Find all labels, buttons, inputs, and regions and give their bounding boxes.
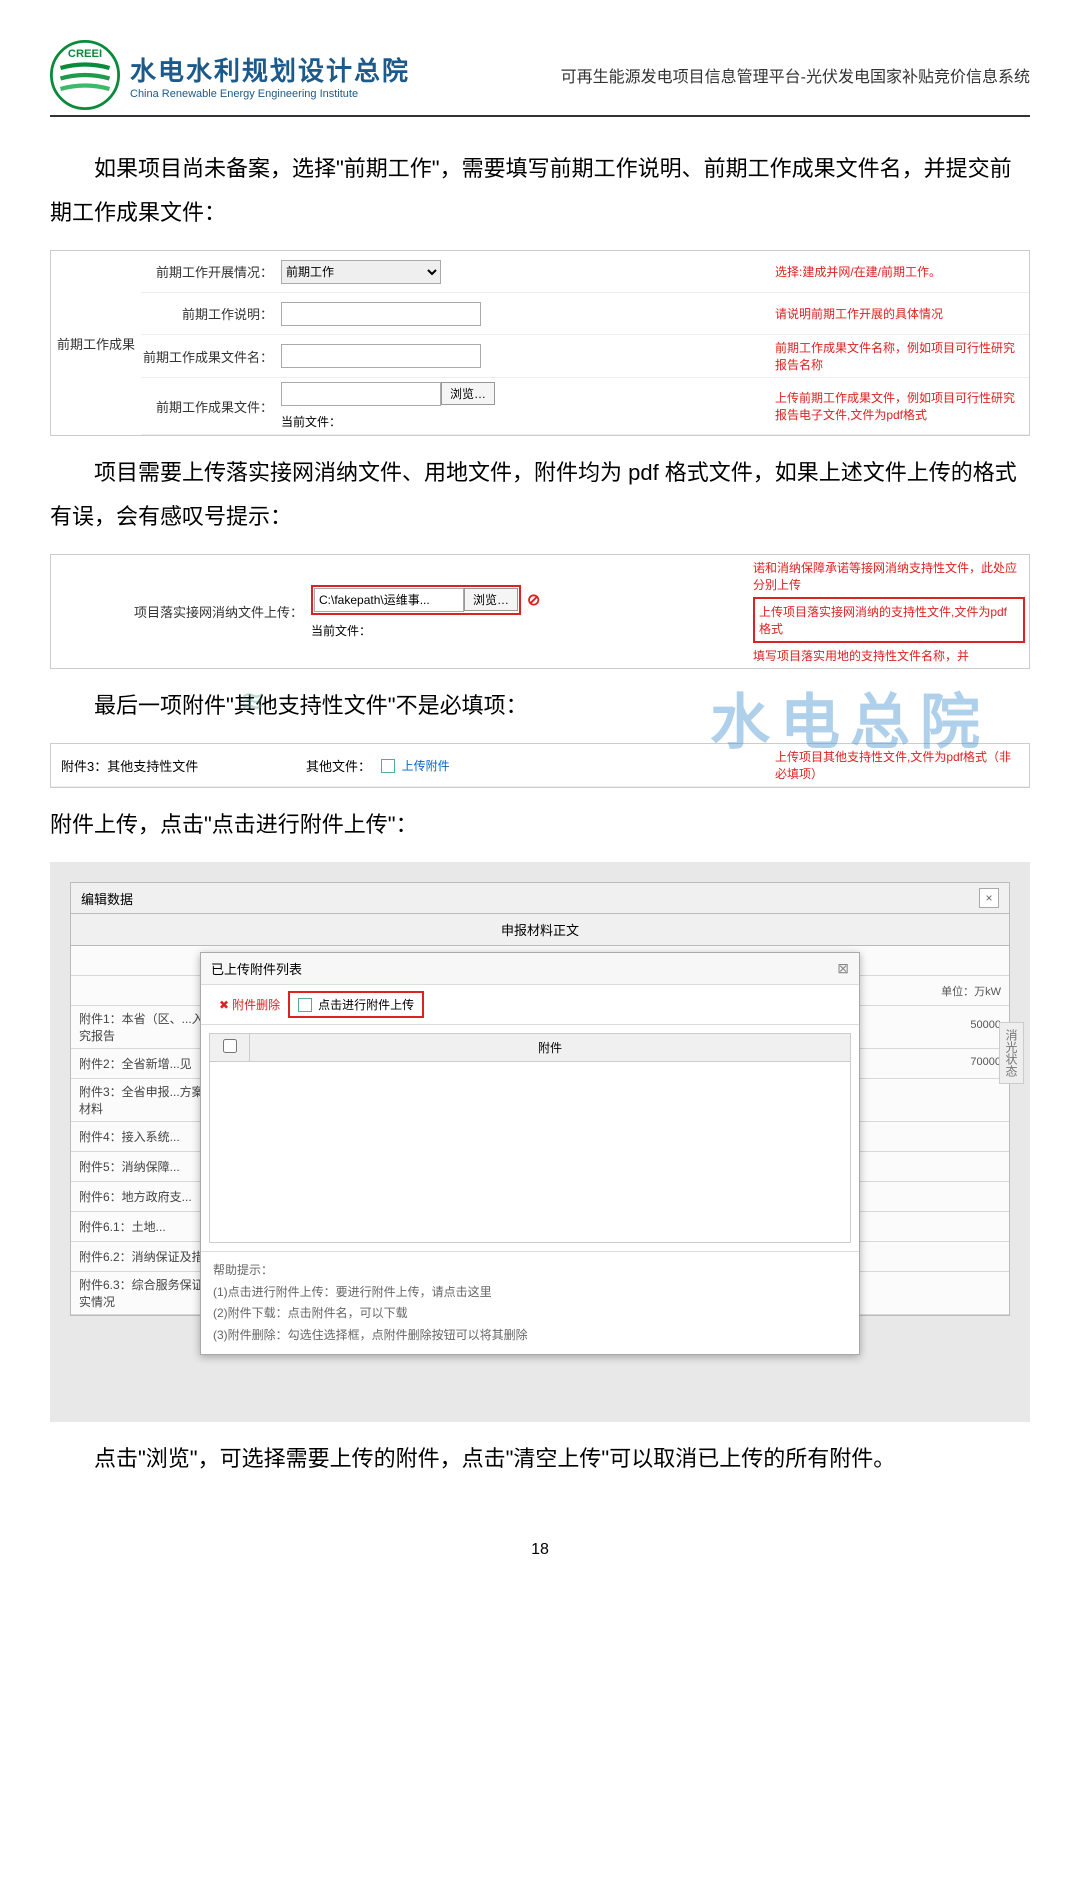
close-icon[interactable]: ×: [979, 888, 999, 908]
paragraph-4: 附件上传，点击"点击进行附件上传"：: [50, 803, 1030, 847]
fig2-browse-button[interactable]: 浏览…: [464, 588, 518, 611]
delete-attachment-button[interactable]: ✖附件删除: [211, 991, 288, 1018]
fig3-upload-link[interactable]: 上传附件: [402, 759, 450, 773]
paragraph-2: 项目需要上传落实接网消纳文件、用地文件，附件均为 pdf 格式文件，如果上述文件…: [50, 451, 1030, 539]
fig1-filename-input[interactable]: [281, 344, 481, 368]
fig2-hint-top: 诺和消纳保障承诺等接网消纳支持性文件，此处应分别上传: [753, 559, 1025, 593]
fig1-desc-label: 前期工作说明：: [141, 304, 281, 323]
upload-icon: [381, 759, 395, 773]
fig1-file-input[interactable]: [281, 382, 441, 406]
watermark-text: 水电总院: [710, 674, 990, 761]
fig1-filename-hint: 前期工作成果文件名称，例如项目可行性研究报告名称: [769, 335, 1029, 377]
fig1-desc-hint: 请说明前期工作开展的具体情况: [769, 301, 1029, 326]
fig2-hint-main: 上传项目落实接网消纳的支持性文件,文件为pdf格式: [753, 597, 1025, 643]
popup-close-icon[interactable]: ⊠: [837, 960, 849, 977]
help-line-1: (1)点击进行附件上传：要进行附件上传，请点击这里: [213, 1282, 847, 1304]
fig1-status-select[interactable]: 前期工作: [281, 260, 441, 284]
upload-icon: [298, 998, 312, 1012]
org-name-cn: 水电水利规划设计总院: [130, 51, 561, 88]
fig2-current-file: 当前文件：: [311, 622, 371, 639]
help-title: 帮助提示：: [213, 1260, 847, 1282]
creei-logo: CREEI: [50, 40, 120, 110]
side-indicator: 消光状态: [999, 1022, 1024, 1084]
header-system-name: 可再生能源发电项目信息管理平台-光伏发电国家补贴竞价信息系统: [561, 63, 1030, 87]
fig1-side-label: 前期工作成果: [51, 251, 141, 435]
fig1-filename-label: 前期工作成果文件名：: [141, 347, 281, 366]
error-icon: ⊘: [527, 590, 540, 610]
paragraph-5: 点击"浏览"，可选择需要上传的附件，点击"清空上传"可以取消已上传的所有附件。: [50, 1437, 1030, 1481]
fig1-file-label: 前期工作成果文件：: [141, 397, 281, 416]
help-line-3: (3)附件删除：勾选住选择框，点附件删除按钮可以将其删除: [213, 1325, 847, 1347]
figure-2: 项目落实接网消纳文件上传： 浏览… ⊘ 当前文件： 诺和消纳保障承诺等接网消纳支…: [50, 554, 1030, 669]
upload-attachment-button[interactable]: 点击进行附件上传: [288, 991, 424, 1018]
figure-1: 前期工作成果 前期工作开展情况： 前期工作 选择:建成并网/在建/前期工作。 前…: [50, 250, 1030, 436]
fig1-status-label: 前期工作开展情况：: [141, 262, 281, 281]
fig2-path-input[interactable]: [314, 588, 464, 612]
fig1-file-hint: 上传前期工作成果文件，例如项目可行性研究报告电子文件,文件为pdf格式: [769, 385, 1029, 427]
grid-col-attachment: 附件: [250, 1034, 850, 1061]
figure-4: 编辑数据 × 申报材料正文 光伏发电国家补贴 子文件单位：万kW 附件1：本省（…: [50, 862, 1030, 1422]
fig2-label: 项目落实接网消纳文件上传：: [111, 602, 311, 621]
paragraph-1: 如果项目尚未备案，选择"前期工作"，需要填写前期工作说明、前期工作成果文件名，并…: [50, 147, 1030, 235]
fig4-edit-data: 编辑数据: [81, 889, 133, 908]
fig3-left: 附件3：其他支持性文件: [51, 750, 271, 781]
fig1-desc-input[interactable]: [281, 302, 481, 326]
fig2-hint-bot: 填写项目落实用地的支持性文件名称，并: [753, 647, 1025, 664]
svg-text:CREEI: CREEI: [68, 48, 102, 60]
grid-body: [210, 1062, 850, 1242]
fig1-current-file: 当前文件：: [281, 413, 341, 430]
select-all-checkbox[interactable]: [223, 1039, 237, 1053]
fig3-mid: 其他文件：: [271, 756, 371, 775]
fig1-browse-button[interactable]: 浏览…: [441, 382, 495, 405]
help-line-2: (2)附件下载：点击附件名，可以下载: [213, 1303, 847, 1325]
org-title: 水电水利规划设计总院 China Renewable Energy Engine…: [130, 51, 561, 100]
watermark-logo: ≋: [240, 684, 265, 719]
popup-title: 已上传附件列表: [211, 959, 302, 978]
page-header: CREEI 水电水利规划设计总院 China Renewable Energy …: [50, 40, 1030, 117]
fig4-tab[interactable]: 申报材料正文: [70, 914, 1010, 946]
org-name-en: China Renewable Energy Engineering Insti…: [130, 88, 561, 100]
page-number: 18: [50, 1541, 1030, 1559]
fig1-status-hint: 选择:建成并网/在建/前期工作。: [769, 259, 1029, 284]
upload-popup: 已上传附件列表 ⊠ ✖附件删除 点击进行附件上传 附件 帮助提示： (1)点击进…: [200, 952, 860, 1355]
